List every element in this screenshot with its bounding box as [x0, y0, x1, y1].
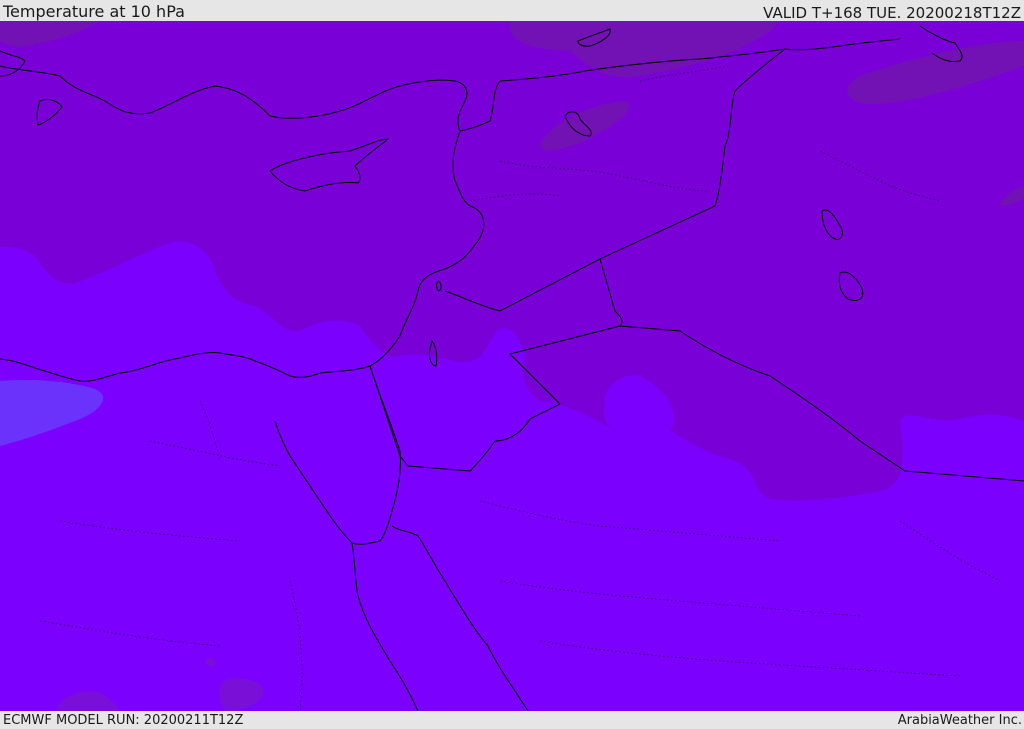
model-run: ECMWF MODEL RUN: 20200211T12Z: [3, 713, 244, 728]
map-title: Temperature at 10 hPa: [3, 2, 185, 21]
header-bar: Temperature at 10 hPa VALID T+168 TUE. 2…: [0, 0, 1024, 21]
temperature-map: [0, 21, 1024, 711]
map-view[interactable]: [0, 21, 1024, 711]
credit-text: ArabiaWeather Inc.: [897, 713, 1022, 728]
valid-time: VALID T+168 TUE. 20200218T12Z: [763, 4, 1021, 22]
footer-bar: ECMWF MODEL RUN: 20200211T12Z ArabiaWeat…: [0, 711, 1024, 729]
